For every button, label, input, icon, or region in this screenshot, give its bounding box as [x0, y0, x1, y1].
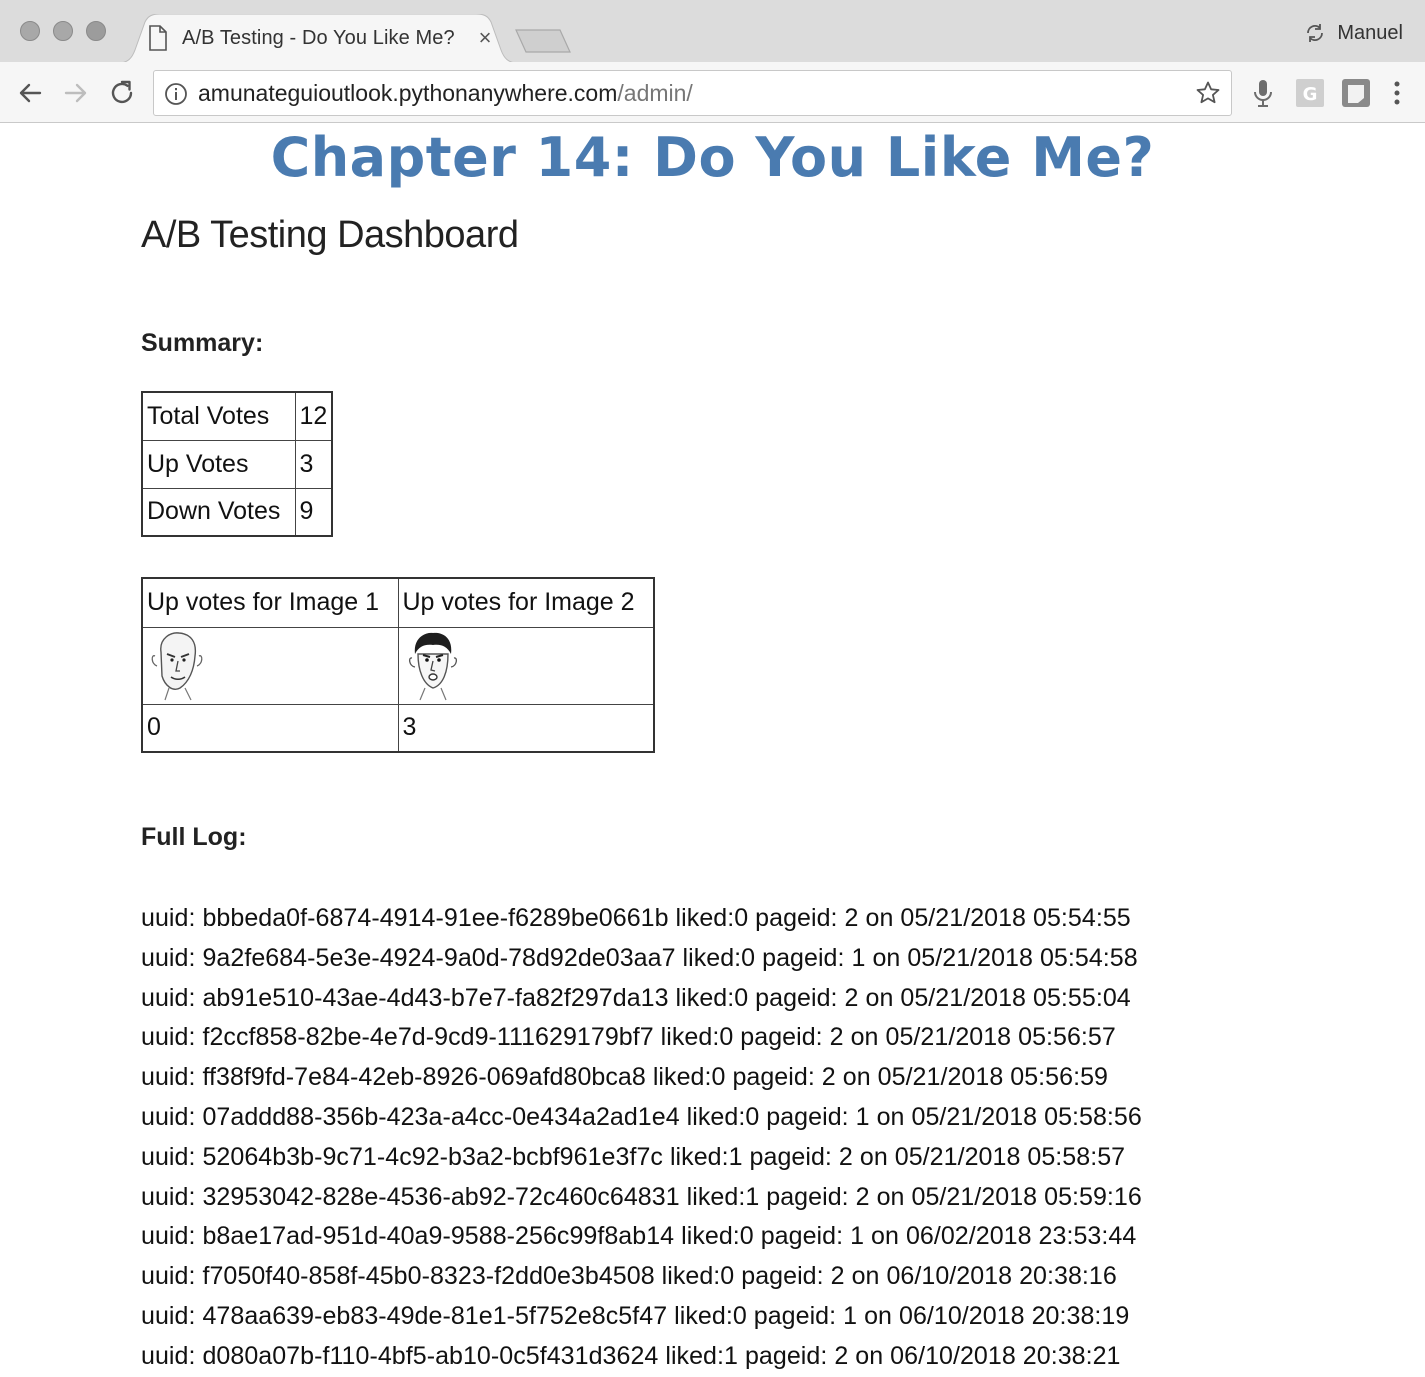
- image-votes-picture-row: [141, 626, 655, 705]
- info-icon[interactable]: [164, 82, 188, 106]
- summary-table: Total Votes 12 Up Votes 3 Down Votes 9: [141, 391, 334, 537]
- profile-button[interactable]: Manuel: [1303, 18, 1403, 48]
- summary-row: Down Votes 9: [141, 487, 333, 537]
- address-bar[interactable]: amunateguioutlook.pythonanywhere.com/adm…: [153, 70, 1232, 116]
- log-entry: uuid: ab91e510-43ae-4d43-b7e7-fa82f297da…: [141, 983, 1131, 1012]
- log-entry: uuid: f2ccf858-82be-4e7d-9cd9-111629179b…: [141, 1023, 1116, 1052]
- summary-key: Total Votes: [141, 391, 296, 441]
- square-extension-icon[interactable]: [1339, 76, 1373, 110]
- log-entry: uuid: d080a07b-f110-4bf5-ab10-0c5f431d36…: [141, 1341, 1121, 1370]
- summary-label: Summary:: [141, 329, 264, 357]
- sync-icon: [1307, 24, 1324, 42]
- url-path: /admin/: [617, 80, 693, 106]
- url-text[interactable]: amunateguioutlook.pythonanywhere.com/adm…: [198, 71, 693, 115]
- log-entry: uuid: 9a2fe684-5e3e-4924-9a0d-78d92de03a…: [141, 943, 1138, 972]
- window-zoom-button[interactable]: [86, 21, 106, 41]
- image-votes-table: Up votes for Image 1 Up votes for Image …: [141, 577, 655, 753]
- chapter-title: Chapter 14: Do You Like Me?: [270, 126, 1155, 189]
- back-arrow-icon[interactable]: [14, 77, 46, 109]
- log-entry: uuid: 07addd88-356b-423a-a4cc-0e434a2ad1…: [141, 1102, 1142, 1131]
- image-2-header: Up votes for Image 2: [397, 577, 655, 628]
- log-entry: uuid: 52064b3b-9c71-4c92-b3a2-bcbf961e3f…: [141, 1142, 1126, 1171]
- profile-name: Manuel: [1337, 21, 1403, 44]
- summary-row: Total Votes 12: [141, 391, 333, 441]
- image-votes-count-row: 0 3: [141, 703, 655, 753]
- menu-dots-icon[interactable]: [1380, 76, 1414, 110]
- summary-row: Up Votes 3: [141, 439, 333, 489]
- summary-value: 9: [294, 487, 333, 537]
- image-1-cell: [141, 626, 399, 705]
- star-icon[interactable]: [1195, 80, 1221, 106]
- full-log-label: Full Log:: [141, 823, 247, 851]
- log-entry: uuid: bbbeda0f-6874-4914-91ee-f6289be066…: [141, 904, 1131, 932]
- image-1-count: 0: [141, 703, 399, 753]
- svg-text:G: G: [1303, 84, 1318, 105]
- tab-close-icon[interactable]: ×: [474, 24, 496, 52]
- browser-titlebar: A/B Testing - Do You Like Me? × Manuel: [0, 0, 1425, 63]
- log-entry: uuid: 478aa639-eb83-49de-81e1-5f752e8c5f…: [141, 1301, 1130, 1330]
- new-tab-button[interactable]: [514, 28, 572, 54]
- log-entry: uuid: b8ae17ad-951d-40a9-9588-256c99f8ab…: [141, 1222, 1137, 1251]
- window-close-button[interactable]: [20, 21, 40, 41]
- window-minimize-button[interactable]: [53, 21, 73, 41]
- page-content: Chapter 14: Do You Like Me? A/B Testing …: [0, 124, 1425, 1370]
- image-votes-header-row: Up votes for Image 1 Up votes for Image …: [141, 577, 655, 628]
- tab-content: A/B Testing - Do You Like Me?: [148, 22, 455, 54]
- summary-value: 12: [294, 391, 333, 441]
- log-entry: uuid: f7050f40-858f-45b0-8323-f2dd0e3b45…: [141, 1262, 1117, 1291]
- browser-toolbar: amunateguioutlook.pythonanywhere.com/adm…: [0, 62, 1425, 123]
- reload-icon[interactable]: [106, 77, 138, 109]
- image-2-cell: [397, 626, 655, 705]
- bald-face-sketch-image: [151, 631, 203, 700]
- image-2-count: 3: [397, 703, 655, 753]
- summary-key: Up Votes: [141, 439, 296, 489]
- summary-key: Down Votes: [141, 487, 296, 537]
- g-extension-icon[interactable]: G: [1293, 76, 1327, 110]
- full-log-list: uuid: bbbeda0f-6874-4914-91ee-f6289be066…: [141, 899, 1341, 1377]
- summary-value: 3: [294, 439, 333, 489]
- forward-arrow-icon[interactable]: [60, 77, 92, 109]
- tab-title: A/B Testing - Do You Like Me?: [182, 26, 455, 49]
- log-entry: uuid: 32953042-828e-4536-ab92-72c460c648…: [141, 1182, 1142, 1211]
- dark-haired-face-sketch-image: [408, 632, 457, 700]
- microphone-icon[interactable]: [1246, 76, 1280, 110]
- url-host: amunateguioutlook.pythonanywhere.com: [198, 80, 618, 106]
- dashboard-title: A/B Testing Dashboard: [141, 214, 519, 256]
- log-entry: uuid: ff38f9fd-7e84-42eb-8926-069afd80bc…: [141, 1063, 1108, 1092]
- document-icon: [149, 25, 167, 51]
- image-1-header: Up votes for Image 1: [141, 577, 399, 628]
